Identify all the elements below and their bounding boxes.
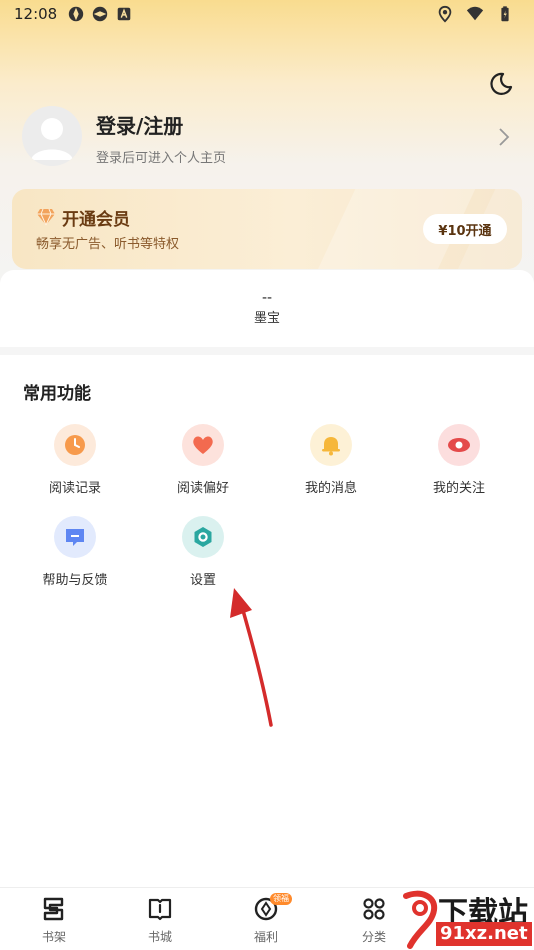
stats-card[interactable]: -- 墨宝: [0, 270, 534, 348]
function-reading-preference[interactable]: 阅读偏好: [148, 424, 258, 504]
common-functions-title: 常用功能: [23, 384, 91, 404]
moon-icon[interactable]: [488, 71, 514, 97]
tab-label: 书城: [147, 930, 172, 944]
function-icon-bg: [54, 516, 96, 558]
chevron-right-icon[interactable]: [496, 126, 512, 148]
function-label: 我的关注: [432, 481, 485, 496]
welfare-badge: 领福: [270, 893, 292, 905]
function-icon-bg: [182, 424, 224, 466]
app-notification-icon: [69, 6, 84, 22]
mobao-value: --: [261, 290, 273, 306]
bookshelf-icon: [43, 897, 64, 921]
mobao-label: 墨宝: [253, 311, 280, 326]
battery-icon: [501, 6, 509, 22]
heart-icon: [193, 436, 213, 454]
app-notification-icon-2: [93, 6, 108, 22]
a-notification-icon: [117, 7, 131, 21]
avatar[interactable]: [22, 106, 82, 166]
chat-icon: [66, 529, 84, 546]
function-label: 帮助与反馈: [42, 573, 108, 588]
wifi-icon: [466, 6, 484, 21]
location-icon: [438, 5, 452, 23]
red-annotation-arrow: [230, 588, 273, 727]
tab-label: 福利: [253, 930, 278, 944]
vip-open-button[interactable]: ¥10开通: [423, 214, 507, 244]
function-icon-bg: [182, 516, 224, 558]
function-label: 阅读记录: [48, 481, 101, 496]
section-divider: [0, 347, 534, 355]
tab-bookshelf[interactable]: 书架: [14, 888, 94, 950]
function-icon-bg: [310, 424, 352, 466]
function-settings[interactable]: 设置: [148, 516, 258, 596]
function-label: 阅读偏好: [176, 481, 229, 496]
bell-icon: [322, 437, 340, 456]
tab-bookstore[interactable]: 书城: [120, 888, 200, 950]
login-register-link[interactable]: 登录/注册: [96, 110, 183, 139]
function-icon-bg: [54, 424, 96, 466]
vip-subtitle: 畅享无广告、听书等特权: [36, 237, 180, 252]
open-book-icon: [148, 898, 172, 921]
tab-welfare[interactable]: 领福 福利: [226, 888, 306, 950]
clock-icon: [65, 435, 85, 455]
avatar-placeholder-icon: [31, 118, 73, 160]
gear-icon: [194, 527, 212, 547]
vip-card[interactable]: 开通会员 畅享无广告、听书等特权 ¥10开通: [12, 189, 522, 269]
function-help-feedback[interactable]: 帮助与反馈: [20, 516, 130, 596]
function-my-messages[interactable]: 我的消息: [276, 424, 386, 504]
watermark-text-bottom: 91xz.net: [436, 922, 532, 946]
status-time: 12:08: [14, 5, 58, 23]
site-watermark: 下载站 91xz.net: [400, 888, 534, 950]
eye-icon: [448, 438, 470, 452]
status-bar: 12:08: [0, 0, 534, 28]
function-my-follows[interactable]: 我的关注: [404, 424, 514, 504]
tab-label: 书架: [41, 930, 66, 944]
diamond-icon: [37, 208, 55, 226]
function-label: 设置: [189, 573, 216, 588]
function-icon-bg: [438, 424, 480, 466]
function-label: 我的消息: [304, 481, 357, 496]
vip-title: 开通会员: [62, 210, 130, 230]
login-subtitle: 登录后可进入个人主页: [96, 151, 227, 166]
function-reading-history[interactable]: 阅读记录: [20, 424, 130, 504]
category-grid-icon: [363, 898, 385, 920]
